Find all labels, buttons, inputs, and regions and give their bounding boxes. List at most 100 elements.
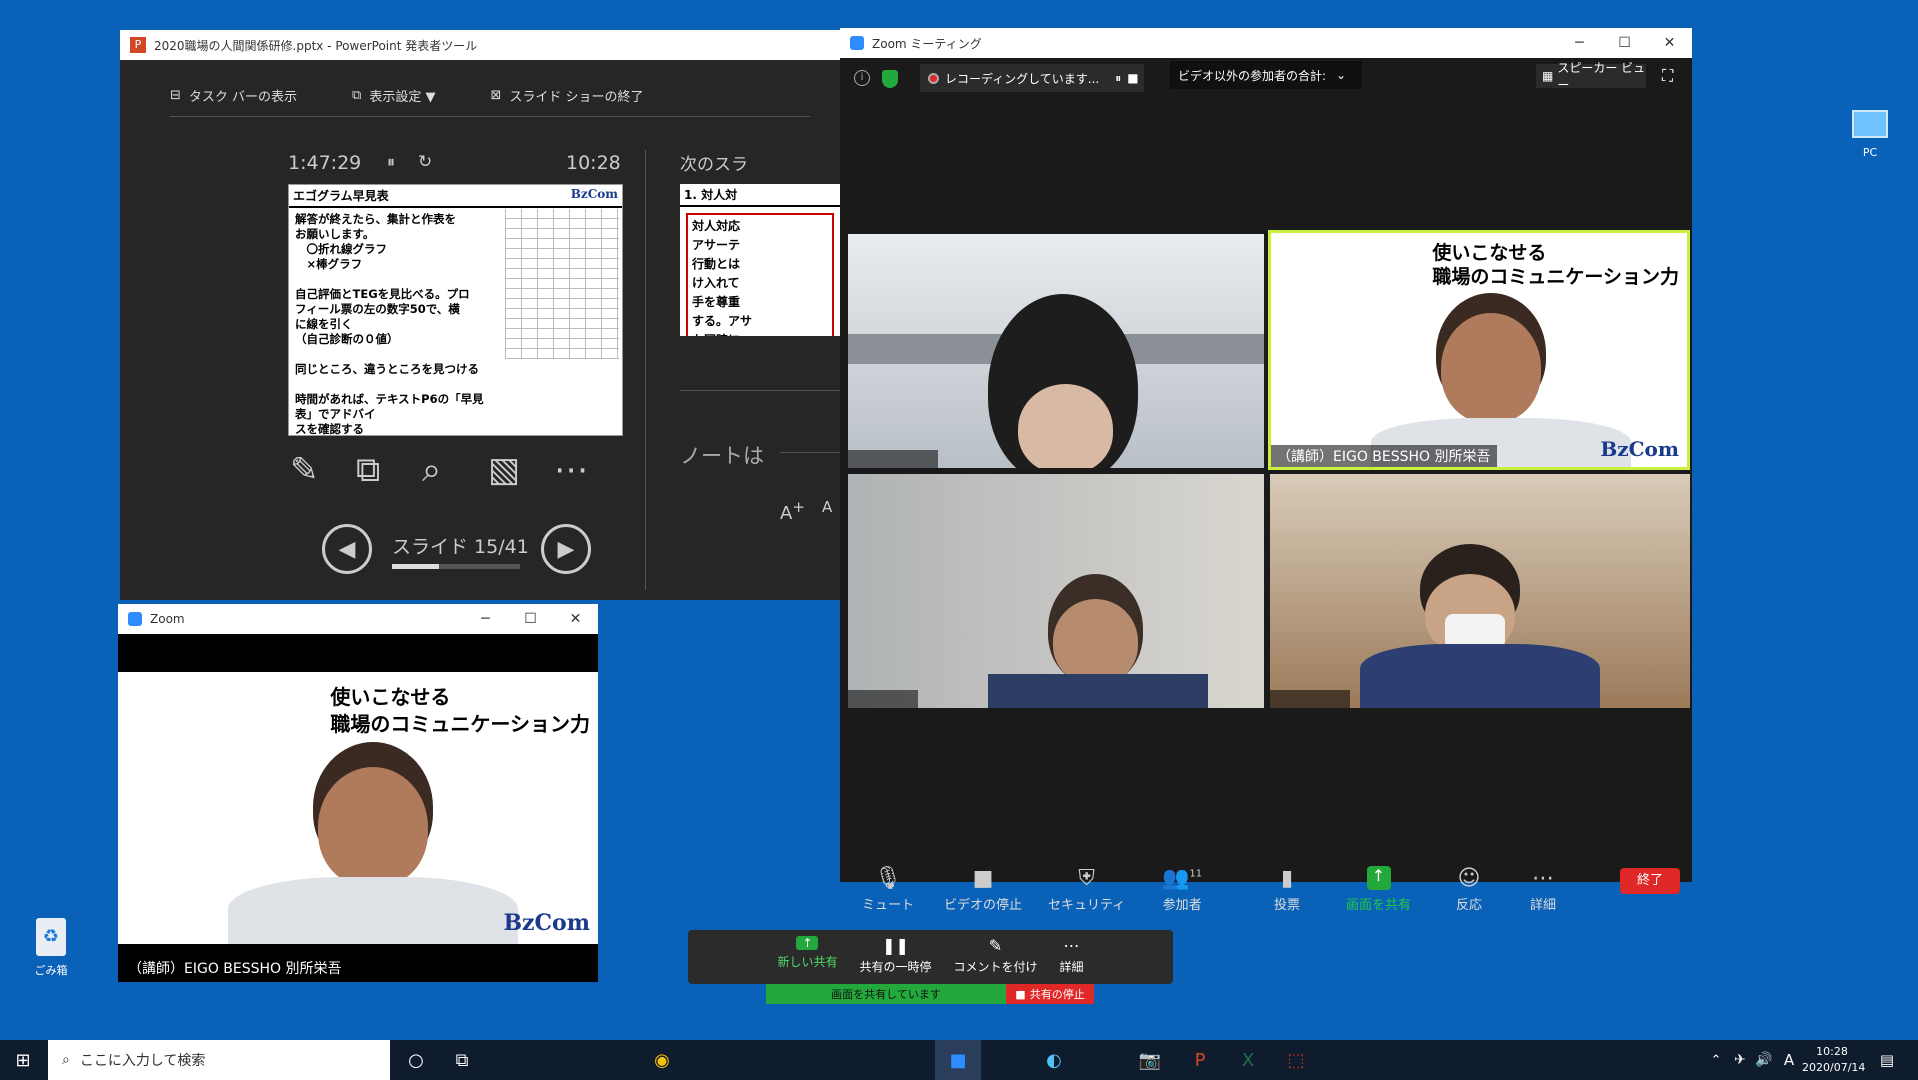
security-button[interactable]: ⛨ セキュリティ [1048,866,1125,913]
small-video[interactable]: 使いこなせる 職場のコミュニケーション力 BzCom [118,672,598,944]
participant-name-1 [848,450,938,468]
zoom-taskbar-icon[interactable]: ■ [935,1040,981,1080]
more-button[interactable]: ⋯ 詳細 [1530,866,1556,913]
stop-video-button[interactable]: ■ ビデオの停止 [944,866,1022,913]
pen-icon[interactable]: ✎ [290,450,319,490]
stop-recording-icon[interactable]: ■ [1127,71,1138,85]
chart-icon: ▮ [1280,866,1294,891]
powerpoint-taskbar-icon[interactable]: P [1180,1040,1220,1080]
video-tile-speaker[interactable]: 使いこなせる 職場のコミュニケーション力 BzCom （講師）EIGO BESS… [1268,230,1690,470]
current-slide: エゴグラム早見表 BzCom 解答が終えたら、集計と作表を お願いします。 〇折れ… [288,184,623,436]
sharing-status: 画面を共有しています [766,984,1006,1004]
pause-share-button[interactable]: ❚❚ 共有の一時停 [859,936,931,984]
font-smaller-icon[interactable]: A [822,498,832,516]
security-shield-icon[interactable] [882,70,898,88]
next-slide-line: 手を尊重 [692,295,741,309]
slide-title: エゴグラム早見表 [293,189,389,203]
info-icon[interactable]: i [854,70,870,86]
display-settings-button[interactable]: ⧉ 表示設定 ▼ [352,86,435,105]
slide-line: 〇折れ線グラフ [295,242,387,256]
all-slides-icon[interactable]: ⧉ [356,450,380,490]
end-show-icon: ⊠ [490,88,502,103]
more-icon[interactable]: ⋯ [554,450,588,490]
pdf-icon[interactable]: ⬚ [1276,1040,1316,1080]
slide-body: 解答が終えたら、集計と作表を お願いします。 〇折れ線グラフ ×棒グラフ 自己評価… [289,208,504,441]
shield-icon: ⛨ [1078,866,1095,891]
zoom-small-window: Zoom ─ ☐ ✕ 使いこなせる 職場のコミュニケーション力 BzCom （講師）… [118,604,598,982]
slide-line: 自己評価とTEGを見比べる。プロ [295,287,470,301]
annotate-button[interactable]: ✎ コメントを付け [954,936,1038,984]
video-camera-icon: ■ [972,866,994,891]
fullscreen-icon[interactable]: ⛶ [1662,66,1673,86]
end-slideshow-button[interactable]: ⊠ スライド ショーの終了 [490,86,643,105]
black-screen-icon[interactable]: ▧ [488,450,520,490]
video-tile-4[interactable] [1270,474,1690,708]
slide-line [295,347,498,362]
camera-icon[interactable]: 📷 [1130,1040,1170,1080]
participants-total-dropdown[interactable]: ビデオ以外の参加者の合計: ⌄ [1170,61,1362,89]
notification-icon[interactable]: ▤ [1872,1040,1902,1080]
end-meeting-button[interactable]: 終了 [1620,868,1680,894]
ime-indicator[interactable]: A [1778,1040,1800,1080]
bzcom-logo: BzCom [1600,437,1679,461]
slide-line: スを確認する [295,422,364,436]
clock[interactable]: 10:28 2020/07/14 [1802,1044,1865,1076]
share-toolbar: ↑ 新しい共有 ❚❚ 共有の一時停 ✎ コメントを付け ⋯ 詳細 [688,930,1173,984]
prev-slide-button[interactable]: ◀ [322,524,372,574]
slide-line: 時間があれば、テキストP6の「早見表」でアドバイ [295,392,484,421]
reactions-button[interactable]: ☺ 反応 [1456,866,1482,913]
slide-line: 解答が終えたら、集計と作表を [295,212,456,226]
close-icon[interactable]: ✕ [553,604,598,634]
network-icon[interactable]: ✈ [1728,1040,1752,1080]
recycle-bin-icon[interactable]: ♻ ごみ箱 [26,918,76,978]
display-icon: ⧉ [352,88,362,103]
next-slide-line: する。アサ [692,314,753,328]
slide-line2: 職場のコミュニケーション力 [1432,266,1679,288]
taskbar-icon: ⊟ [170,88,181,103]
edge-icon[interactable]: ◐ [1034,1040,1074,1080]
grid-icon: ▦ [1542,69,1554,83]
slide-line: ×棒グラフ [295,257,363,271]
excel-icon[interactable]: X [1228,1040,1268,1080]
slide-line: に線を引く [295,317,353,331]
speaker-view-button[interactable]: ▦ スピーカー ビュー [1536,61,1646,92]
taskbar-show-button[interactable]: ⊟ タスク バーの表示 [170,86,297,105]
record-dot-icon [928,72,939,84]
minimize-icon[interactable]: ─ [463,604,508,634]
cortana-icon[interactable]: ○ [396,1040,436,1080]
next-slide-label: 次のスラ [680,155,748,175]
slide-line: （自己診断の０値） [295,332,399,346]
font-larger-icon[interactable]: A+ [780,498,805,524]
pause-icon[interactable]: ⏸ [387,152,395,172]
pc-icon[interactable]: PC [1845,110,1895,159]
stop-share-button[interactable]: ■ 共有の停止 [1006,984,1094,1004]
pause-recording-icon[interactable]: ⏸ [1115,71,1121,86]
mute-button[interactable]: 🎙 ミュート [862,866,914,913]
next-slide-button[interactable]: ▶ [541,524,591,574]
video-tile-3[interactable] [848,474,1264,708]
minimize-icon[interactable]: ─ [1557,28,1602,58]
next-slide-line: アサーテ [692,238,741,252]
new-share-button[interactable]: ↑ 新しい共有 [777,936,837,984]
participants-button[interactable]: 👥11 参加者 [1162,866,1202,913]
next-slide-line: も同時に [692,331,828,336]
next-slide-line: け入れて [692,276,740,290]
share-more-button[interactable]: ⋯ 詳細 [1060,936,1084,984]
recording-indicator: レコーディングしています... ⏸ ■ [920,64,1144,92]
search-box[interactable]: ⌕ ここに入力して検索 [48,1040,390,1080]
share-screen-button[interactable]: ↑ 画面を共有 [1346,866,1411,913]
zoom-in-icon[interactable]: ⌕ [422,450,441,490]
chrome-icon[interactable]: ◉ [642,1040,682,1080]
video-tile-1[interactable] [848,234,1264,468]
maximize-icon[interactable]: ☐ [1602,28,1647,58]
maximize-icon[interactable]: ☐ [508,604,553,634]
tray-chevron-icon[interactable]: ⌃ [1706,1040,1726,1080]
start-button[interactable]: ⊞ [0,1040,46,1080]
polling-button[interactable]: ▮ 投票 [1274,866,1300,913]
volume-icon[interactable]: 🔊 [1752,1040,1776,1080]
task-view-icon[interactable]: ⧉ [442,1040,482,1080]
pause-icon: ❚❚ [882,936,909,955]
pen-icon: ✎ [988,936,1003,955]
reset-icon[interactable]: ↻ [418,152,432,172]
close-icon[interactable]: ✕ [1647,28,1692,58]
